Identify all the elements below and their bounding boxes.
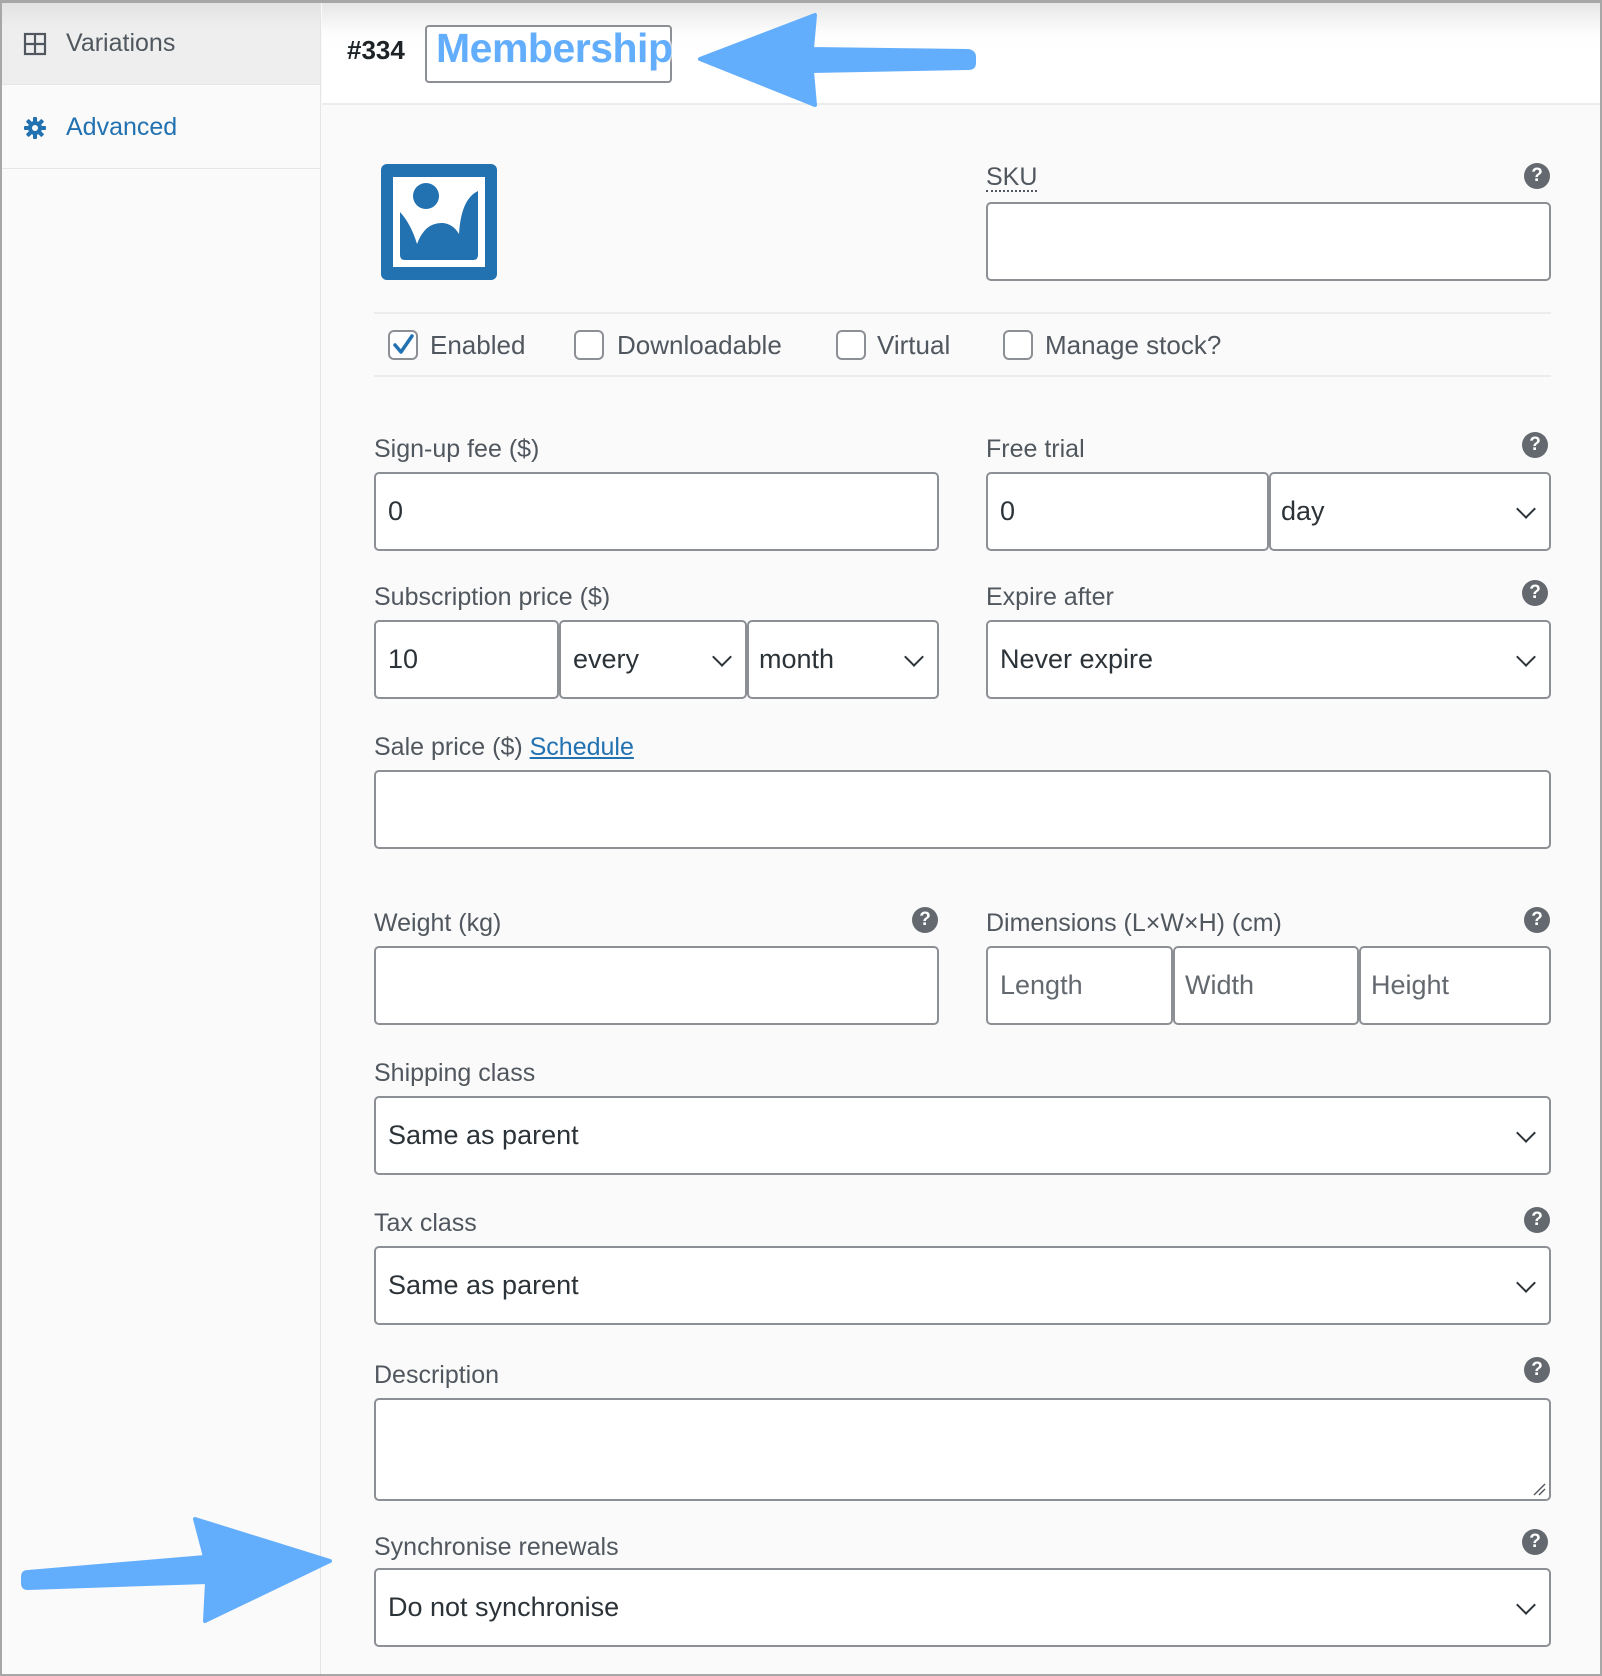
tax-class-label: Tax class: [374, 1209, 477, 1237]
image-placeholder-icon: [381, 164, 497, 280]
grid-icon: [22, 31, 48, 57]
chevron-down-icon: [904, 646, 924, 667]
annotation-arrow-icon: [698, 13, 976, 107]
sku-label: SKU: [986, 163, 1038, 192]
signup-fee-input[interactable]: 0: [374, 472, 939, 551]
help-icon[interactable]: ?: [1524, 1357, 1550, 1383]
shipping-class-label: Shipping class: [374, 1059, 536, 1087]
selected-value: month: [759, 644, 835, 674]
divider: [374, 375, 1551, 377]
manage-stock-checkbox[interactable]: [1003, 330, 1033, 360]
expire-after-label: Expire after: [986, 583, 1114, 611]
synchronise-renewals-select[interactable]: Do not synchronise: [374, 1568, 1551, 1647]
checkmark-icon: [393, 334, 414, 354]
downloadable-checkbox[interactable]: [574, 330, 604, 360]
help-icon[interactable]: ?: [1524, 907, 1550, 933]
sidebar: Variations Advanced: [2, 3, 321, 1674]
annotation-arrow-icon: [21, 1517, 332, 1623]
help-icon[interactable]: ?: [912, 907, 938, 933]
schedule-link[interactable]: Schedule: [530, 733, 634, 761]
sale-price-label-text: Sale price ($): [374, 733, 523, 761]
synchronise-renewals-label: Synchronise renewals: [374, 1533, 619, 1561]
sidebar-item-label: Variations: [66, 29, 176, 57]
description-textarea[interactable]: [374, 1398, 1551, 1501]
help-icon[interactable]: ?: [1522, 580, 1548, 606]
manage-stock-label: Manage stock?: [1045, 330, 1222, 360]
downloadable-label: Downloadable: [617, 330, 782, 360]
sale-price-label: Sale price ($) Schedule: [374, 733, 634, 762]
chevron-down-icon: [1516, 498, 1536, 519]
help-icon[interactable]: ?: [1522, 432, 1548, 458]
virtual-label: Virtual: [877, 330, 951, 360]
selected-value: Same as parent: [388, 1120, 579, 1150]
chevron-down-icon: [1516, 1272, 1536, 1293]
tax-class-select[interactable]: Same as parent: [374, 1246, 1551, 1325]
enabled-checkbox[interactable]: [388, 330, 418, 360]
virtual-checkbox[interactable]: [836, 330, 866, 360]
width-input[interactable]: Width: [1173, 946, 1359, 1025]
sale-price-input[interactable]: [374, 770, 1551, 849]
selected-value: Do not synchronise: [388, 1592, 620, 1622]
subscription-price-input[interactable]: 10: [374, 620, 559, 699]
description-label: Description: [374, 1361, 500, 1389]
expire-after-select[interactable]: Never expire: [986, 620, 1551, 699]
selected-value: every: [573, 644, 640, 674]
variation-panel: Variations Advanced #334 Membership SKU …: [0, 0, 1602, 1676]
length-input[interactable]: Length: [986, 946, 1173, 1025]
sidebar-item-advanced[interactable]: Advanced: [2, 87, 320, 169]
help-icon[interactable]: ?: [1524, 163, 1550, 189]
help-icon[interactable]: ?: [1522, 1529, 1548, 1555]
chevron-down-icon: [712, 646, 732, 667]
gear-icon: [22, 115, 48, 141]
billing-interval-select[interactable]: every: [559, 620, 747, 699]
resize-handle-icon[interactable]: [1532, 1482, 1546, 1496]
variation-image-button[interactable]: [381, 164, 497, 285]
selected-value: Never expire: [1000, 644, 1154, 674]
sku-input[interactable]: [986, 202, 1551, 281]
sidebar-item-label: Advanced: [66, 113, 178, 141]
billing-period-select[interactable]: month: [747, 620, 939, 699]
chevron-down-icon: [1516, 1594, 1536, 1615]
free-trial-period-select[interactable]: day: [1269, 472, 1551, 551]
sidebar-item-variations[interactable]: Variations: [2, 3, 320, 85]
subscription-price-label: Subscription price ($): [374, 583, 611, 611]
chevron-down-icon: [1516, 646, 1536, 667]
help-icon[interactable]: ?: [1524, 1207, 1550, 1233]
height-input[interactable]: Height: [1359, 946, 1551, 1025]
shipping-class-select[interactable]: Same as parent: [374, 1096, 1551, 1175]
divider: [374, 312, 1551, 314]
free-trial-length-input[interactable]: 0: [986, 472, 1269, 551]
free-trial-label: Free trial: [986, 435, 1085, 463]
variation-id: #334: [347, 35, 405, 65]
signup-fee-label: Sign-up fee ($): [374, 435, 540, 463]
selected-value: Same as parent: [388, 1270, 579, 1300]
enabled-label: Enabled: [430, 330, 526, 360]
selected-value: day: [1281, 496, 1325, 526]
dimensions-label: Dimensions (L×W×H) (cm): [986, 909, 1282, 937]
variation-name: Membership: [436, 25, 673, 71]
chevron-down-icon: [1516, 1122, 1536, 1143]
weight-input[interactable]: [374, 946, 939, 1025]
weight-label: Weight (kg): [374, 909, 502, 937]
